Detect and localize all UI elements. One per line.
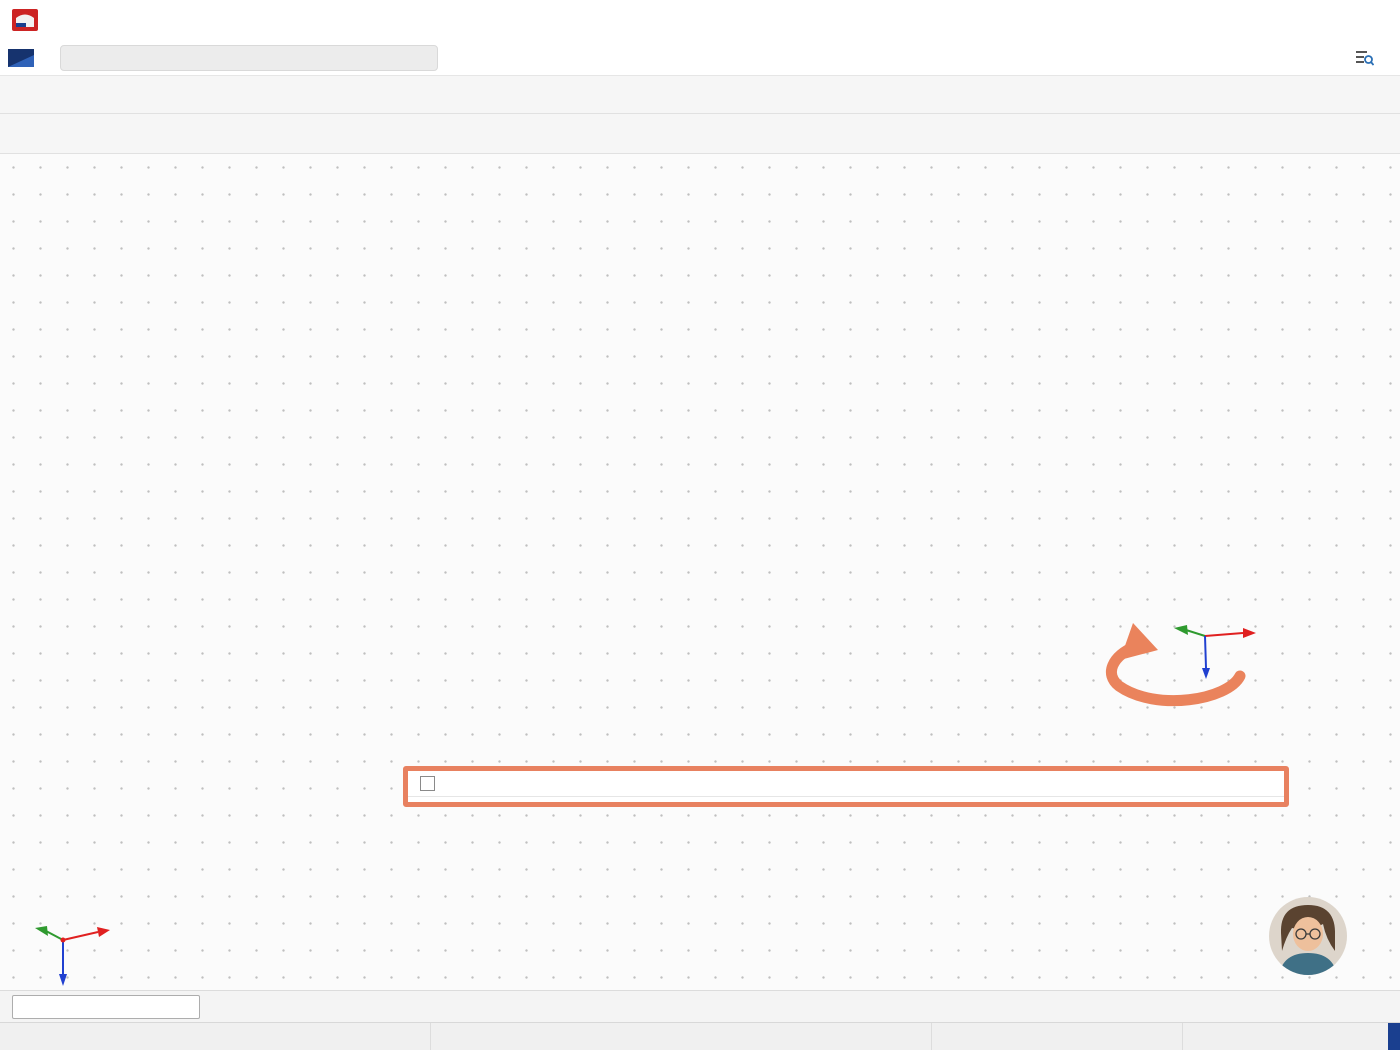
status-bar (0, 1022, 1400, 1050)
user-avatar[interactable] (1269, 897, 1347, 975)
toolbar-main (0, 76, 1400, 114)
app-logo-icon (12, 9, 38, 31)
bottom-toolbar (0, 990, 1400, 1022)
search-input[interactable] (60, 44, 438, 71)
title-bar (0, 0, 1400, 40)
status-cs-section (430, 1023, 931, 1050)
status-spacer-1 (0, 1023, 430, 1050)
license-area[interactable] (1355, 49, 1382, 66)
property-rows (408, 797, 1284, 802)
collapse-button[interactable] (420, 776, 435, 791)
status-corner-accent (1388, 1023, 1400, 1050)
panel-header (408, 771, 1284, 797)
dlubal-flag-icon[interactable] (8, 48, 34, 67)
status-plane-section (931, 1023, 1182, 1050)
coordinate-system-combo[interactable] (12, 994, 200, 1019)
avatar-photo-icon (1269, 897, 1347, 975)
axis-rotation-panel (403, 766, 1289, 807)
toolbar-insert (0, 114, 1400, 154)
status-spacer-2 (1182, 1023, 1388, 1050)
global-axes-triad (35, 926, 110, 986)
viewport-overlay (35, 623, 1256, 986)
license-icon (1356, 51, 1374, 66)
origin-axes (1174, 625, 1256, 679)
menu-bar (0, 40, 1400, 76)
model-viewport[interactable] (0, 154, 1400, 990)
